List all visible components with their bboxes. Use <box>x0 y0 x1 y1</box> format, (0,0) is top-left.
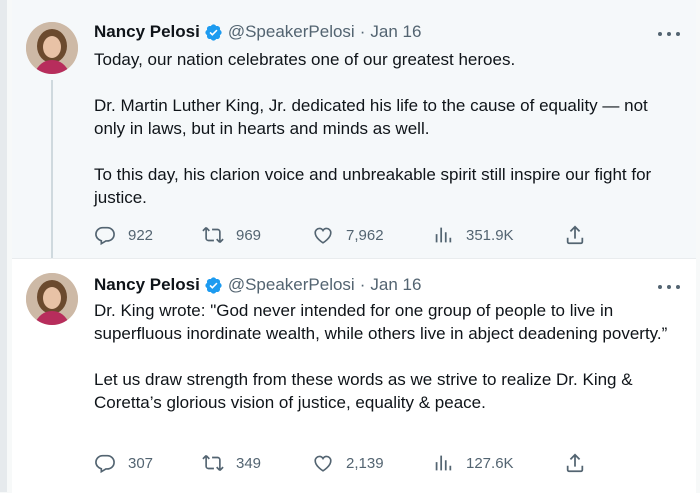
tweet-date[interactable]: Jan 16 <box>370 275 421 295</box>
tweet-text: Dr. King wrote: "God never intended for … <box>94 299 678 437</box>
like-count: 2,139 <box>346 454 384 472</box>
share-icon <box>566 225 584 245</box>
separator-dot: · <box>359 275 366 294</box>
tweet-date[interactable]: Jan 16 <box>370 22 421 42</box>
left-border <box>0 0 7 492</box>
author-name[interactable]: Nancy Pelosi <box>94 22 200 42</box>
verified-badge-icon <box>205 23 222 41</box>
tweet-paragraph: Dr. Martin Luther King, Jr. dedicated hi… <box>94 96 648 138</box>
retweet-icon <box>202 226 224 244</box>
avatar[interactable] <box>26 22 78 74</box>
share-button[interactable] <box>564 452 598 474</box>
like-icon <box>314 227 332 244</box>
retweet-button[interactable]: 969 <box>202 224 261 246</box>
reply-button[interactable]: 307 <box>94 452 153 474</box>
like-button[interactable]: 7,962 <box>312 224 384 246</box>
views-count: 351.9K <box>466 226 514 244</box>
separator-dot: · <box>359 22 366 41</box>
reply-icon <box>95 454 115 474</box>
retweet-button[interactable]: 349 <box>202 452 261 474</box>
reply-button[interactable]: 922 <box>94 224 153 246</box>
views-button[interactable]: 351.9K <box>432 224 514 246</box>
author-name[interactable]: Nancy Pelosi <box>94 275 200 295</box>
tweet-paragraph: Let us draw strength from these words as… <box>94 370 633 412</box>
like-icon <box>314 455 332 472</box>
like-count: 7,962 <box>346 226 384 244</box>
tweet[interactable]: Nancy Pelosi @SpeakerPelosi · Jan 16 Tod… <box>12 0 696 266</box>
views-icon <box>435 455 452 471</box>
author-handle[interactable]: @SpeakerPelosi <box>228 275 355 295</box>
tweet-text: Today, our nation celebrates one of our … <box>94 48 678 232</box>
avatar[interactable] <box>26 273 78 325</box>
tweet-paragraph: To this day, his clarion voice and unbre… <box>94 165 652 207</box>
tweet-paragraph: Dr. King wrote: "God never intended for … <box>94 301 668 343</box>
retweet-count: 349 <box>236 454 262 472</box>
views-icon <box>435 227 452 243</box>
verified-badge-icon <box>205 276 222 294</box>
share-icon <box>566 453 584 473</box>
tweet-header: Nancy Pelosi @SpeakerPelosi · Jan 16 <box>94 275 421 295</box>
reply-count: 307 <box>128 454 154 472</box>
retweet-icon <box>202 454 224 472</box>
timeline: Nancy Pelosi @SpeakerPelosi · Jan 16 Tod… <box>12 0 696 493</box>
retweet-count: 969 <box>236 226 262 244</box>
tweet-actions: 922 969 7,962 351.9K <box>94 224 604 248</box>
tweet-actions: 307 349 2,139 127.6K <box>94 452 604 476</box>
reply-count: 922 <box>128 226 154 244</box>
like-button[interactable]: 2,139 <box>312 452 384 474</box>
more-icon[interactable] <box>658 283 680 291</box>
views-button[interactable]: 127.6K <box>432 452 514 474</box>
more-icon[interactable] <box>658 30 680 38</box>
tweet[interactable]: Nancy Pelosi @SpeakerPelosi · Jan 16 Dr.… <box>12 258 696 493</box>
reply-icon <box>95 226 115 246</box>
tweet-header: Nancy Pelosi @SpeakerPelosi · Jan 16 <box>94 22 421 42</box>
tweet-paragraph: Today, our nation celebrates one of our … <box>94 50 516 69</box>
share-button[interactable] <box>564 224 598 246</box>
views-count: 127.6K <box>466 454 514 472</box>
author-handle[interactable]: @SpeakerPelosi <box>228 22 355 42</box>
thread-connector <box>51 80 53 266</box>
